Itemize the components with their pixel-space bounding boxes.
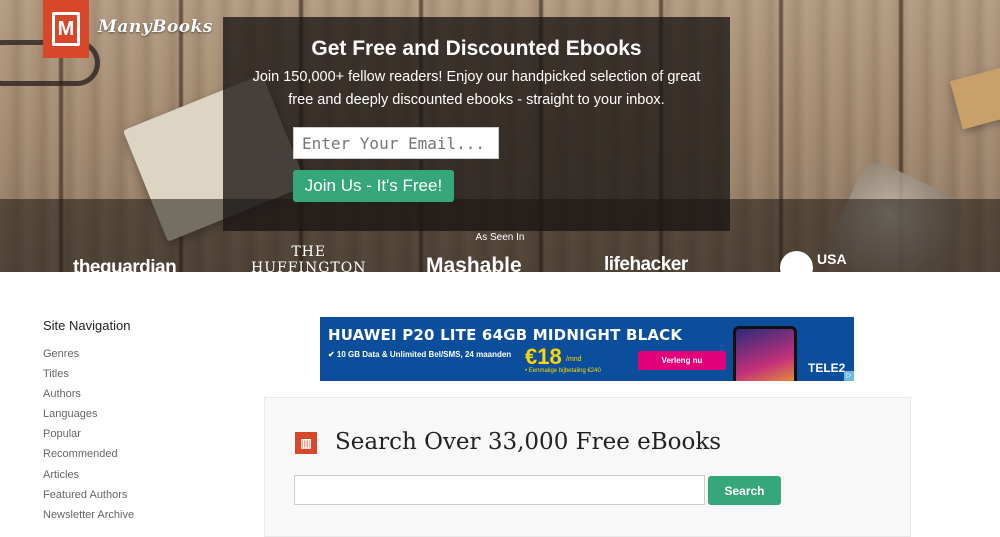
sidebar-nav: Genres Titles Authors Languages Popular … bbox=[43, 348, 134, 529]
book-logo-icon: M bbox=[52, 12, 80, 46]
sidebar-item-articles[interactable]: Articles bbox=[43, 469, 134, 489]
site-name[interactable]: ManyBooks bbox=[98, 17, 213, 37]
ad-choices-icon[interactable]: ▷ bbox=[844, 371, 854, 381]
search-panel: ▥ Search Over 33,000 Free eBooks Search bbox=[264, 397, 911, 537]
advertisement-banner[interactable]: HUAWEI P20 LITE 64GB MIDNIGHT BLACK ✔ 10… bbox=[320, 317, 854, 381]
ad-price: €18 bbox=[525, 344, 562, 369]
ad-fine-print: • Eenmalige bijbetaling €240 bbox=[525, 368, 601, 374]
search-title: Search Over 33,000 Free eBooks bbox=[335, 429, 722, 455]
sidebar-item-authors[interactable]: Authors bbox=[43, 388, 134, 408]
press-logo-guardian: theguardian bbox=[73, 257, 177, 272]
join-button[interactable]: Join Us - It's Free! bbox=[293, 170, 454, 202]
press-logo-lifehacker: lifehacker bbox=[604, 254, 688, 272]
ad-brand: TELE2 bbox=[808, 361, 846, 375]
usa-today-text: USA bbox=[817, 251, 847, 267]
press-logo-mashable: Mashable bbox=[426, 254, 522, 272]
huffington-text: THE HUFFINGTON bbox=[251, 244, 367, 272]
sidebar-item-languages[interactable]: Languages bbox=[43, 408, 134, 428]
signup-heading: Get Free and Discounted Ebooks bbox=[311, 37, 642, 60]
sidebar-title: Site Navigation bbox=[43, 318, 131, 333]
site-logo[interactable]: M bbox=[43, 0, 89, 58]
email-input[interactable] bbox=[293, 127, 499, 159]
sidebar-item-recommended[interactable]: Recommended bbox=[43, 448, 134, 468]
press-logo-huffington: THE HUFFINGTON bbox=[251, 244, 366, 272]
newsletter-signup-box: Get Free and Discounted Ebooks Join 150,… bbox=[223, 17, 730, 231]
sidebar-item-genres[interactable]: Genres bbox=[43, 348, 134, 368]
books-icon: ▥ bbox=[295, 432, 317, 454]
search-input[interactable] bbox=[294, 475, 705, 505]
ad-title: HUAWEI P20 LITE 64GB MIDNIGHT BLACK bbox=[328, 326, 683, 344]
signup-description: Join 150,000+ fellow readers! Enjoy our … bbox=[252, 69, 701, 108]
box-decoration bbox=[949, 60, 1000, 130]
search-button[interactable]: Search bbox=[708, 476, 781, 505]
ad-price-unit: /mnd bbox=[566, 356, 582, 363]
press-logo-usa-today: USA bbox=[780, 251, 847, 272]
hero-banner: M ManyBooks Get Free and Discounted Eboo… bbox=[0, 0, 1000, 272]
as-seen-in-label: As Seen In bbox=[475, 232, 525, 243]
sidebar-item-featured-authors[interactable]: Featured Authors bbox=[43, 489, 134, 509]
sidebar-item-newsletter-archive[interactable]: Newsletter Archive bbox=[43, 509, 134, 529]
ad-description: ✔ 10 GB Data & Unlimited Bel/SMS, 24 maa… bbox=[328, 350, 512, 359]
sidebar-item-titles[interactable]: Titles bbox=[43, 368, 134, 388]
sidebar-item-popular[interactable]: Popular bbox=[43, 428, 134, 448]
usa-today-dot-icon bbox=[780, 251, 813, 272]
phone-image bbox=[733, 326, 797, 381]
ad-cta-button[interactable]: Verleng nu bbox=[638, 351, 726, 370]
